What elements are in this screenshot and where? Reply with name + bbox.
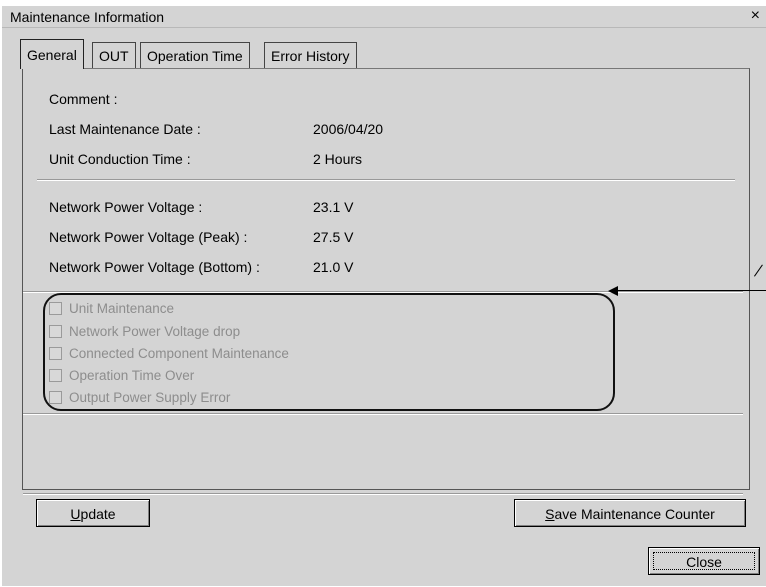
callout-leader-tail [754, 264, 766, 285]
network-power-voltage-bottom-value: 21.0 V [313, 259, 354, 275]
network-power-voltage-peak-value: 27.5 V [313, 229, 354, 245]
accelerator-key: S [545, 506, 555, 522]
callout-outline [43, 293, 615, 411]
unit-conduction-time-label: Unit Conduction Time : [49, 151, 191, 167]
network-power-voltage-value: 23.1 V [313, 199, 354, 215]
last-maintenance-date-value: 2006/04/20 [313, 121, 384, 137]
save-maintenance-counter-button[interactable]: Save Maintenance Counter [514, 499, 746, 527]
general-tab-panel: Comment : Last Maintenance Date : 2006/0… [22, 68, 750, 495]
divider [23, 413, 743, 415]
unit-conduction-time-value: 2 Hours [313, 151, 363, 167]
button-label: pdate [80, 506, 116, 522]
network-power-voltage-bottom-label: Network Power Voltage (Bottom) : [49, 259, 260, 275]
update-button[interactable]: Update [36, 499, 150, 527]
maintenance-information-dialog: Maintenance Information × General OUT Op… [2, 6, 766, 586]
tab-error-history[interactable]: Error History [264, 42, 357, 68]
tab-operation-time[interactable]: Operation Time [140, 42, 250, 68]
title-bar: Maintenance Information × [2, 6, 766, 28]
tab-general[interactable]: General [20, 39, 84, 69]
comment-label: Comment : [49, 91, 118, 107]
tab-out[interactable]: OUT [92, 42, 136, 68]
close-button[interactable]: Close [648, 547, 760, 575]
button-label: ave Maintenance Counter [554, 506, 715, 522]
callout-arrowhead [608, 286, 618, 296]
network-power-voltage-peak-label: Network Power Voltage (Peak) : [49, 229, 248, 245]
focus-rectangle [653, 552, 755, 570]
accelerator-key: U [70, 506, 81, 522]
divider [37, 179, 735, 181]
close-icon[interactable]: × [751, 7, 760, 25]
network-power-voltage-label: Network Power Voltage : [49, 199, 203, 215]
last-maintenance-date-label: Last Maintenance Date : [49, 121, 201, 137]
divider [23, 493, 743, 495]
callout-leader-line [616, 290, 766, 291]
window-title: Maintenance Information [10, 9, 165, 25]
